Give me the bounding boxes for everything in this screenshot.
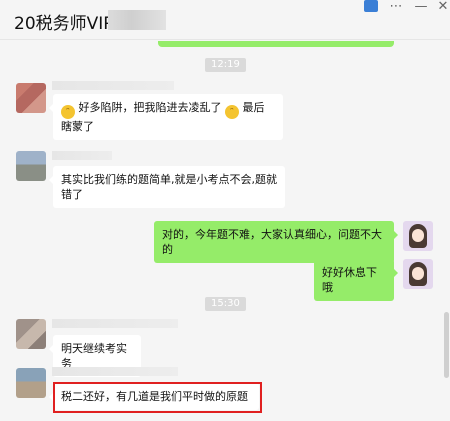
message-bubble[interactable]: 好好休息下哦: [314, 259, 398, 301]
minimize-button[interactable]: —: [411, 0, 431, 14]
message-bubble[interactable]: 其实比我们练的题简单,就是小考点不会,题就错了: [49, 166, 285, 208]
timestamp: 15:30: [205, 297, 246, 311]
message-text: 好好休息下哦: [322, 266, 377, 294]
sweat-smile-icon: ᵔ: [225, 105, 239, 119]
avatar[interactable]: [16, 83, 46, 113]
timestamp: 12:19: [205, 58, 246, 72]
chat-area: 12:19 ᵔ 好多陷阱，把我陷进去凌乱了 ᵔ 最后瞎蒙了 其实比我们练的题简单…: [0, 41, 450, 421]
message-text: 其实比我们练的题简单,就是小考点不会,题就错了: [61, 173, 277, 201]
pin-icon[interactable]: [364, 0, 378, 12]
message-bubble-partial: [158, 41, 394, 47]
message-text: 好多陷阱，把我陷进去凌乱了: [78, 101, 222, 114]
window-titlebar: 20税务师VIP ⋯ — ✕: [0, 0, 450, 40]
avatar[interactable]: [16, 368, 46, 398]
sender-name-redacted: [52, 151, 112, 160]
avatar[interactable]: [16, 151, 46, 181]
highlight-box: [53, 382, 262, 413]
scrollbar-thumb[interactable]: [444, 312, 449, 378]
message-bubble[interactable]: 对的，今年题不难，大家认真细心，问题不大的: [154, 221, 398, 263]
sender-name-redacted: [52, 367, 178, 376]
sender-name-redacted: [52, 319, 178, 328]
sweat-smile-icon: ᵔ: [61, 105, 75, 119]
avatar[interactable]: [403, 259, 433, 289]
message-text: 明天继续考实务: [61, 342, 127, 370]
title-redaction: [108, 10, 166, 30]
sender-name-redacted: [52, 81, 174, 90]
avatar[interactable]: [403, 221, 433, 251]
avatar[interactable]: [16, 319, 46, 349]
menu-button[interactable]: ⋯: [386, 0, 406, 14]
avatar-face: [412, 267, 424, 280]
close-button[interactable]: ✕: [433, 0, 450, 14]
avatar-face: [412, 229, 424, 242]
message-text: 对的，今年题不难，大家认真细心，问题不大的: [162, 228, 382, 256]
message-bubble[interactable]: ᵔ 好多陷阱，把我陷进去凌乱了 ᵔ 最后瞎蒙了: [49, 94, 283, 140]
chat-title: 20税务师VIP: [14, 14, 114, 34]
